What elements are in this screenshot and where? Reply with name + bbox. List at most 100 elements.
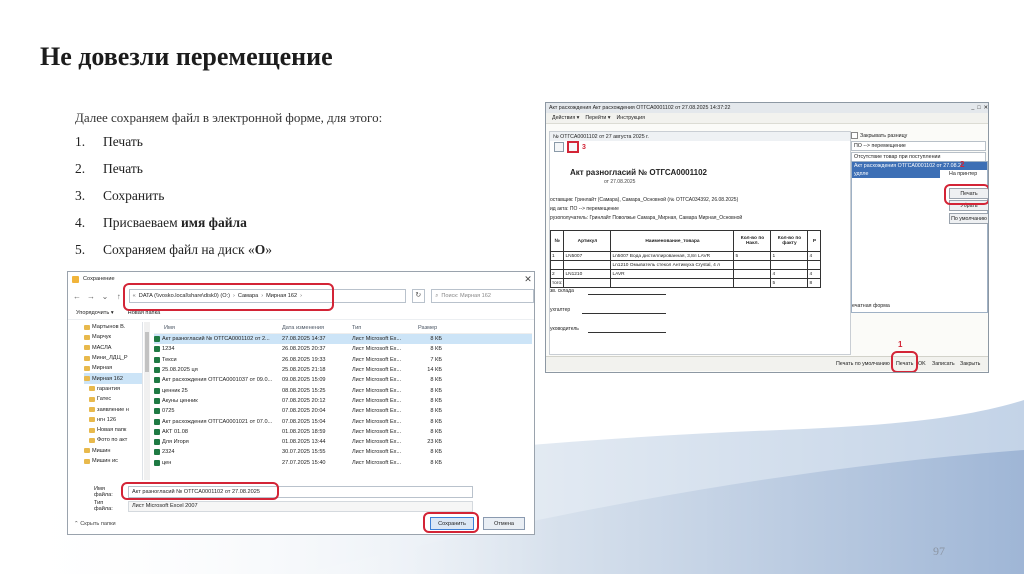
file-row[interactable]: ценник 25 08.08.2025 15:25 Лист Microsoft … bbox=[154, 385, 532, 395]
ok-button[interactable]: OK bbox=[918, 360, 926, 368]
close-icon[interactable]: ✕ bbox=[984, 105, 988, 111]
onec-title: Акт расхождения Акт расхождения ОТГСА000… bbox=[549, 105, 731, 111]
menu-instruction[interactable]: Инструкция bbox=[616, 115, 645, 121]
act-table-row: 1 LN5007 Ln5007 Вода дистиллированная, 3,8… bbox=[549, 251, 822, 261]
file-row[interactable]: Акт расхождения ОТГСА0001037 от 09.0... 0… bbox=[154, 375, 532, 385]
act-table-row: Ln1210 Омыватель стекол Антимуха Crystal… bbox=[549, 260, 822, 270]
sign-line bbox=[582, 313, 666, 314]
step-item: 1. Печать bbox=[75, 134, 143, 149]
act-type-field[interactable]: ПО --> перемещение bbox=[851, 141, 986, 151]
tree-item[interactable]: Мартынов В. bbox=[84, 322, 142, 332]
tree-item[interactable]: Мишин bbox=[84, 446, 142, 456]
act-table-total: того: 5 8 bbox=[549, 278, 822, 288]
step-item: 3. Сохранить bbox=[75, 188, 165, 203]
act-table-row: 2 LN1210 LAVR 4 4 bbox=[549, 269, 822, 279]
tree-item[interactable]: Марчук bbox=[84, 332, 142, 342]
folder-icon bbox=[84, 345, 90, 351]
tree-item[interactable]: Мирная bbox=[84, 363, 142, 373]
column-name[interactable]: Имя bbox=[154, 325, 282, 331]
act-type: ид акта: ПО --> перемещение bbox=[550, 206, 619, 212]
folder-icon bbox=[84, 355, 90, 361]
sign-warehouse: зв. склада bbox=[550, 288, 574, 294]
panel-print-highlight bbox=[944, 184, 988, 205]
chevron-down-icon[interactable]: ⌄ bbox=[101, 292, 109, 301]
folder-icon bbox=[89, 396, 95, 402]
page-number: 97 bbox=[933, 544, 945, 558]
excel-file-icon bbox=[154, 428, 160, 435]
tree-item[interactable]: гарантия bbox=[84, 384, 142, 394]
default-print-button[interactable]: Печать по умолчанию bbox=[836, 360, 890, 368]
up-arrow-icon[interactable]: ↑ bbox=[115, 292, 123, 301]
print-form-selected[interactable]: удпле bbox=[852, 170, 940, 178]
step-item: 4. Присваеваем имя файла bbox=[75, 215, 247, 230]
file-row[interactable]: Текси 26.08.2025 19:33 Лист Microsoft Ex..… bbox=[154, 355, 532, 365]
slide-title: Не довезли перемещение bbox=[40, 42, 333, 71]
file-row-selected[interactable]: Акт разногласий № ОТГСА0001102 от 2... 27… bbox=[154, 334, 532, 345]
tree-item[interactable]: Гатес bbox=[84, 394, 142, 404]
back-arrow-icon[interactable]: ← bbox=[73, 292, 81, 301]
dialog-body: Мартынов В. Марчук МАСЛА Мини_ЛДЦ_Р Мирн… bbox=[68, 320, 534, 480]
tree-item[interactable]: Фото по акт bbox=[84, 435, 142, 445]
excel-file-icon bbox=[154, 356, 160, 363]
column-date[interactable]: Дата изменения bbox=[282, 325, 352, 331]
close-window-button[interactable]: Закрыть bbox=[960, 360, 980, 368]
close-diff-checkbox[interactable]: Закрывать разницу bbox=[851, 131, 986, 140]
maximize-icon[interactable]: □ bbox=[977, 105, 980, 111]
step-item: 2. Печать bbox=[75, 161, 143, 176]
minimize-icon[interactable]: _ bbox=[971, 105, 974, 111]
file-row[interactable]: 1234 26.08.2025 20:37 Лист Microsoft Ex...… bbox=[154, 344, 532, 354]
tree-item[interactable]: нгн 126 bbox=[84, 415, 142, 425]
file-row[interactable]: Акт расхождения ОТГСА0001021 от 07.0... 0… bbox=[154, 416, 532, 426]
onec-titlebar: Акт расхождения Акт расхождения ОТГСА000… bbox=[546, 103, 988, 113]
filetype-row: Тип файла: Лист Microsoft Excel 2007 bbox=[94, 500, 473, 512]
file-row[interactable]: АКТ 01.08 01.08.2025 18:59 Лист Microsoft … bbox=[154, 427, 532, 437]
act-title: Акт разногласий № ОТГСА0001102 bbox=[570, 168, 707, 177]
file-row[interactable]: цен 27.07.2025 15:40 Лист Microsoft Ex... 8… bbox=[154, 458, 532, 468]
save-disk-icon[interactable] bbox=[567, 141, 579, 153]
sign-accountant: ухгалтер bbox=[550, 307, 571, 313]
tree-item[interactable]: Мишин ис bbox=[84, 456, 142, 466]
tree-item[interactable]: МАСЛА bbox=[84, 343, 142, 353]
search-input[interactable]: ⌕ Поиск: Мирная 162 bbox=[431, 289, 534, 303]
file-row[interactable]: 2324 30.07.2025 15:55 Лист Microsoft Ex...… bbox=[154, 447, 532, 457]
folder-tree: Мартынов В. Марчук МАСЛА Мини_ЛДЦ_Р Мирн… bbox=[84, 322, 143, 480]
print-button-highlight bbox=[891, 351, 918, 372]
tree-item[interactable]: Новая папк bbox=[84, 425, 142, 435]
panel-default-button[interactable]: По умолчанию bbox=[949, 213, 988, 224]
step-marker-3: 3 bbox=[582, 143, 586, 151]
onec-statusbar: Печать по умолчанию Печать OK Записать З… bbox=[546, 356, 988, 371]
tree-item[interactable]: Мини_ЛДЦ_Р bbox=[84, 353, 142, 363]
forward-arrow-icon[interactable]: → bbox=[87, 292, 95, 301]
excel-app-icon bbox=[72, 275, 79, 283]
tree-item[interactable]: заявление н bbox=[84, 404, 142, 414]
save-button-highlight bbox=[423, 512, 479, 533]
refresh-icon[interactable]: ↻ bbox=[411, 289, 426, 303]
write-button[interactable]: Записать bbox=[932, 360, 955, 368]
folder-icon bbox=[89, 386, 95, 392]
excel-file-icon bbox=[154, 459, 160, 466]
help-icon[interactable] bbox=[554, 142, 564, 152]
file-row[interactable]: Для Игоря 01.08.2025 13:44 Лист Microsoft … bbox=[154, 437, 532, 447]
folder-icon bbox=[89, 437, 95, 443]
file-row[interactable]: Акуны ценник 07.08.2025 20:12 Лист Microso… bbox=[154, 396, 532, 406]
excel-file-icon bbox=[154, 336, 160, 343]
tree-scrollbar[interactable] bbox=[144, 322, 150, 480]
organize-button[interactable]: Упорядочить ▾ bbox=[76, 310, 114, 316]
column-type[interactable]: Тип bbox=[352, 325, 414, 331]
close-icon[interactable]: ✕ bbox=[522, 274, 534, 285]
scrollbar-thumb[interactable] bbox=[145, 332, 149, 372]
menu-goto[interactable]: Перейти ▾ bbox=[585, 115, 610, 121]
step-marker-1: 1 bbox=[898, 340, 903, 349]
cancel-button[interactable]: Отмена bbox=[483, 517, 525, 530]
hide-folders-toggle[interactable]: ⌃ Скрыть папки bbox=[74, 521, 116, 527]
excel-file-icon bbox=[154, 418, 160, 425]
folder-icon bbox=[84, 365, 90, 371]
file-row[interactable]: 25.08.2025 ця 25.08.2025 21:18 Лист Micros… bbox=[154, 365, 532, 375]
step-marker-2: 2 bbox=[960, 160, 965, 169]
print-on-printer-label: На принтер bbox=[949, 171, 978, 177]
filetype-select[interactable]: Лист Microsoft Excel 2007 bbox=[128, 500, 473, 512]
menu-actions[interactable]: Действия ▾ bbox=[552, 115, 579, 121]
column-size[interactable]: Размер bbox=[414, 325, 446, 331]
tree-item-selected[interactable]: Мирная 162 bbox=[84, 373, 142, 384]
file-row[interactable]: 0725 07.08.2025 20:04 Лист Microsoft Ex...… bbox=[154, 406, 532, 416]
